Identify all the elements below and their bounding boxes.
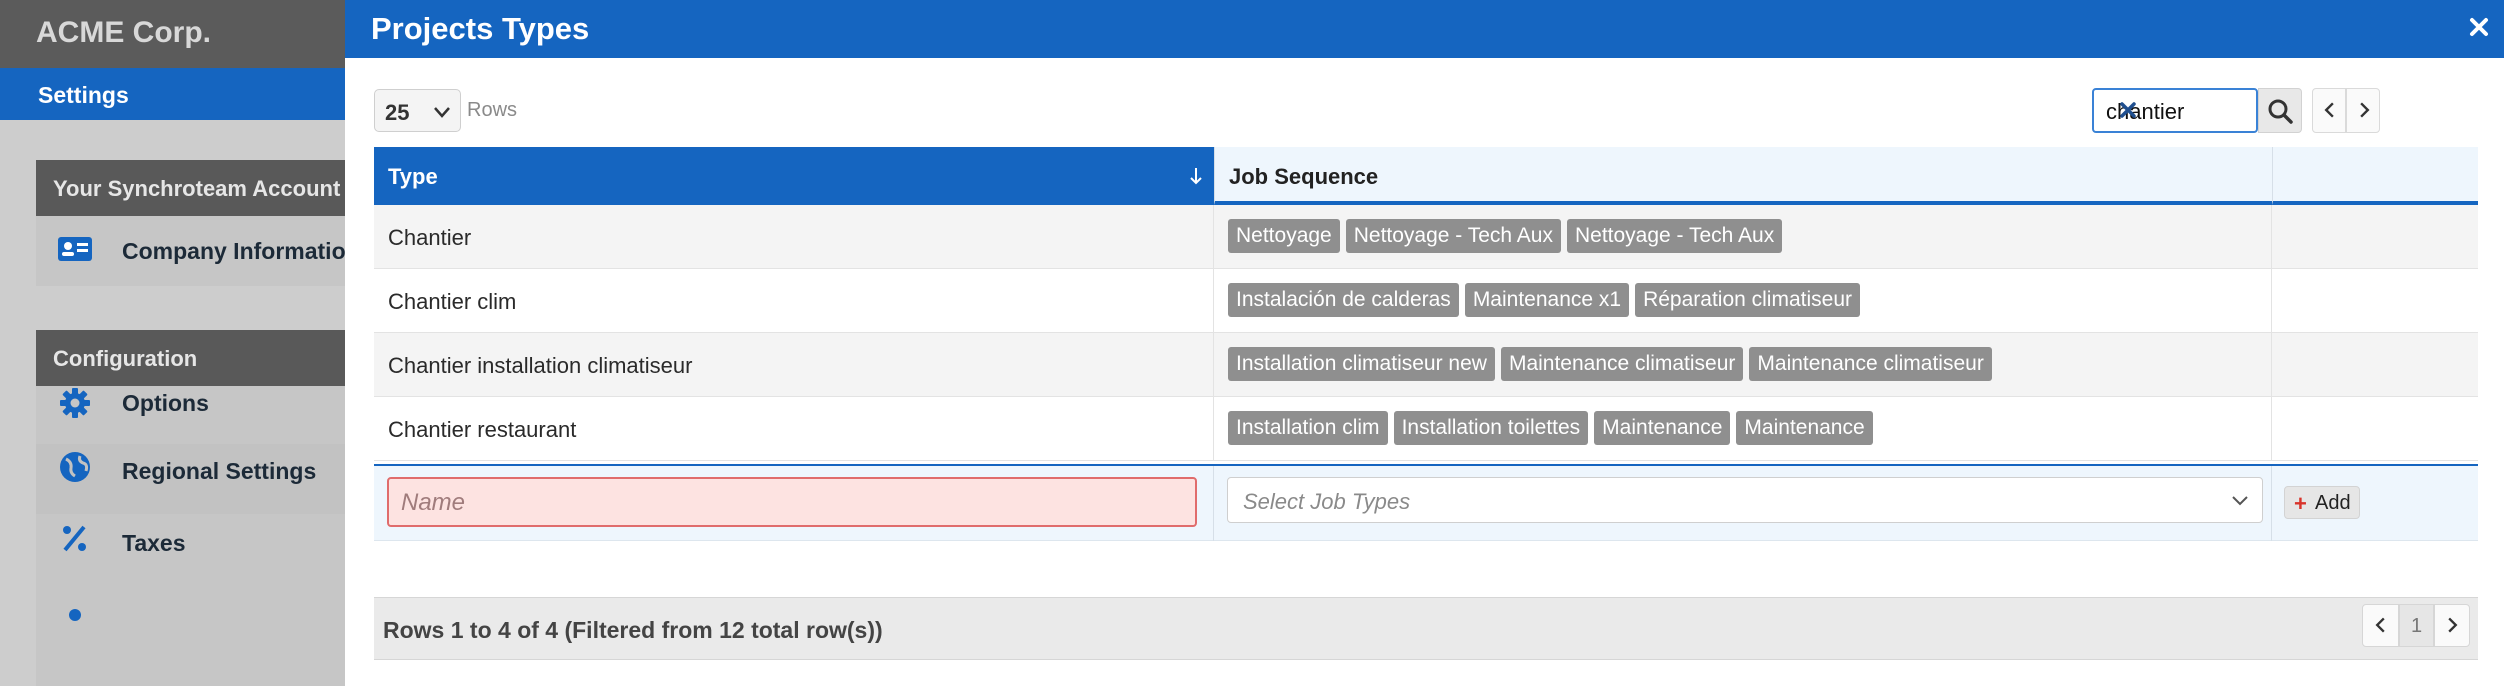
rows-per-page-value: 25	[385, 100, 410, 125]
item-icon	[69, 609, 81, 621]
rows-per-page-select[interactable]: 25	[374, 89, 461, 132]
add-button[interactable]: + Add	[2284, 486, 2360, 519]
cell-job-sequence: Installation climatiseur new Maintenance …	[1214, 333, 2272, 397]
page-number[interactable]: 1	[2399, 604, 2434, 647]
column-header-type[interactable]: Type	[374, 147, 1214, 205]
table-footer: Rows 1 to 4 of 4 (Filtered from 12 total…	[374, 597, 2478, 660]
search-button[interactable]	[2258, 88, 2302, 133]
cell-job-sequence: Installation clim Installation toilettes M…	[1214, 397, 2272, 461]
previous-page-button[interactable]	[2362, 604, 2399, 647]
rows-info: Rows 1 to 4 of 4 (Filtered from 12 total…	[383, 617, 883, 643]
cell-type: Chantier clim	[374, 269, 1214, 333]
name-input-cell: Name	[374, 466, 1214, 541]
job-type-tag: Installation climatiseur new	[1228, 347, 1495, 381]
sidebar-group-header-account: Your Synchroteam Account	[36, 160, 345, 216]
cell-actions	[2272, 397, 2478, 461]
job-types-cell: Select Job Types	[1214, 466, 2272, 541]
cell-job-sequence: Instalación de calderas Maintenance x1 Rép…	[1214, 269, 2272, 333]
percent-icon	[63, 525, 86, 552]
sidebar: Your Synchroteam Account Company Informa…	[0, 120, 345, 686]
name-input[interactable]: Name	[387, 477, 1197, 527]
rows-label: Rows	[467, 99, 518, 121]
cell-type: Chantier	[374, 205, 1214, 269]
chevron-left-icon	[2375, 617, 2385, 633]
chevron-left-icon	[2324, 102, 2334, 118]
column-header-actions	[2272, 147, 2478, 205]
job-type-tag: Maintenance x1	[1464, 283, 1630, 317]
job-types-select[interactable]: Select Job Types	[1227, 477, 2263, 523]
cell-type: Chantier restaurant	[374, 397, 1214, 461]
sidebar-item-company-information[interactable]: Company Information	[36, 216, 345, 286]
job-type-tag: Maintenance climatiseur	[1500, 347, 1744, 381]
previous-page-button[interactable]	[2312, 88, 2346, 133]
sidebar-item-options[interactable]: Options	[36, 386, 345, 444]
clear-search-icon[interactable]	[2115, 97, 2141, 123]
cell-actions	[2272, 205, 2478, 269]
cell-type: Chantier installation climatiseur	[374, 333, 1214, 397]
sidebar-item-label: Regional Settings	[122, 458, 317, 484]
sidebar-item-taxes[interactable]: Taxes	[36, 514, 345, 574]
sidebar-item-label: Options	[122, 390, 209, 416]
sidebar-group-header-configuration: Configuration	[36, 330, 345, 386]
table-row[interactable]: Chantier Nettoyage Nettoyage - Tech Aux Net…	[374, 205, 2478, 269]
table-row[interactable]: Chantier installation climatiseur Install…	[374, 333, 2478, 397]
job-type-tag: Maintenance	[1594, 411, 1731, 445]
job-type-tag: Installation toilettes	[1393, 411, 1589, 445]
chevron-right-icon	[2448, 617, 2458, 633]
chevron-down-icon	[434, 107, 450, 118]
column-header-label: Job Sequence	[1229, 164, 1379, 189]
job-types-placeholder: Select Job Types	[1243, 489, 1411, 514]
app-topbar: ACME Corp.	[0, 0, 345, 68]
sidebar-item-label: Taxes	[122, 530, 186, 556]
table-row[interactable]: Chantier clim Instalación de calderas Main…	[374, 269, 2478, 333]
gear-icon	[60, 388, 90, 418]
column-header-label: Type	[388, 164, 438, 189]
sidebar-item-label: Company Information	[122, 238, 345, 264]
projects-types-modal: Projects Types 25 Rows chantier Type Job…	[345, 0, 2504, 686]
chevron-right-icon	[2360, 102, 2370, 118]
plus-icon: +	[2294, 491, 2307, 516]
section-header: Settings	[0, 68, 345, 120]
job-type-tag: Réparation climatiseur	[1635, 283, 1861, 317]
search-icon	[2268, 99, 2293, 124]
sort-descending-icon	[1190, 168, 1202, 185]
modal-header: Projects Types	[345, 0, 2504, 58]
next-page-button[interactable]	[2346, 88, 2380, 133]
job-type-tag: Instalación de calderas	[1228, 283, 1459, 317]
column-header-job-sequence[interactable]: Job Sequence	[1214, 147, 2272, 205]
chevron-down-icon	[2232, 496, 2248, 506]
section-title: Settings	[38, 82, 129, 108]
sidebar-item-more[interactable]	[36, 574, 345, 686]
brand-logo[interactable]: ACME Corp.	[36, 16, 211, 50]
cell-actions	[2272, 333, 2478, 397]
next-page-button[interactable]	[2434, 604, 2470, 647]
modal-title: Projects Types	[371, 11, 590, 46]
job-type-tag: Maintenance climatiseur	[1749, 347, 1992, 381]
id-card-icon	[58, 237, 92, 261]
job-type-tag: Installation clim	[1228, 411, 1388, 445]
table-header: Type Job Sequence	[374, 147, 2478, 205]
add-button-label: Add	[2315, 492, 2351, 514]
job-type-tag: Nettoyage - Tech Aux	[1345, 219, 1561, 253]
job-type-tag: Nettoyage - Tech Aux	[1566, 219, 1783, 253]
cell-actions	[2272, 269, 2478, 333]
job-type-tag: Maintenance	[1736, 411, 1873, 445]
table-row[interactable]: Chantier restaurant Installation clim Inst…	[374, 397, 2478, 461]
sidebar-item-regional-settings[interactable]: Regional Settings	[36, 444, 345, 514]
job-type-tag: Nettoyage	[1228, 219, 1340, 253]
close-icon[interactable]	[2464, 12, 2494, 42]
new-row: Name Select Job Types + Add	[374, 464, 2478, 541]
cell-job-sequence: Nettoyage Nettoyage - Tech Aux Nettoyage -…	[1214, 205, 2272, 269]
globe-icon	[60, 452, 90, 482]
